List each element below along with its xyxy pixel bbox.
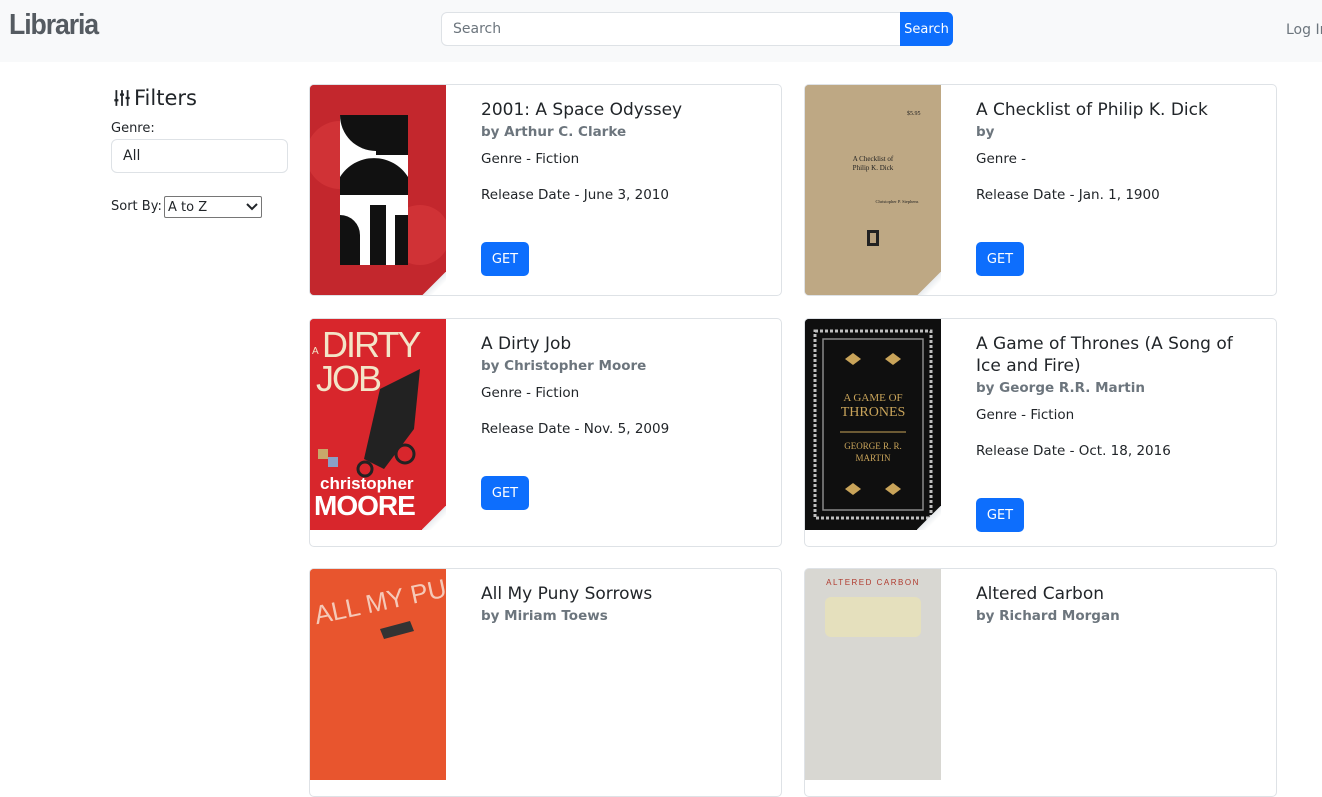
svg-text:MARTIN: MARTIN [856, 453, 891, 463]
book-cover[interactable]: A DIRTY JOB christopher MOORE [310, 319, 446, 530]
book-genre: Genre - Fiction [481, 385, 580, 401]
cover-art-2001 [310, 85, 446, 295]
book-cover[interactable]: A GAME OF THRONES GEORGE R. R. MARTIN [805, 319, 941, 530]
book-author: by Arthur C. Clarke [481, 124, 627, 140]
book-genre: Genre - Fiction [481, 151, 580, 167]
sliders-icon [114, 90, 130, 106]
get-button[interactable]: GET [976, 242, 1024, 276]
book-info: A Checklist of Philip K. Dick by Genre -… [976, 99, 1262, 204]
svg-text:A: A [312, 346, 319, 357]
book-title[interactable]: All My Puny Sorrows [481, 583, 767, 605]
svg-text:GEORGE R. R.: GEORGE R. R. [844, 441, 902, 451]
page-curl [422, 272, 446, 295]
book-title[interactable]: Altered Carbon [976, 583, 1262, 605]
book-card: A DIRTY JOB christopher MOORE A Dirty Jo… [309, 318, 782, 547]
svg-text:Philip K. Dick: Philip K. Dick [853, 164, 894, 172]
genre-label: Genre: [111, 121, 155, 136]
page-curl [917, 272, 941, 295]
genre-select[interactable]: All [111, 139, 288, 173]
cover-art-altered-carbon: ALTERED CARBON [805, 569, 941, 780]
book-title[interactable]: A Checklist of Philip K. Dick [976, 99, 1262, 121]
cover-art-checklist: $5.95 A Checklist of Philip K. Dick Chri… [805, 85, 941, 295]
book-info: A Game of Thrones (A Song of Ice and Fir… [976, 333, 1262, 460]
book-genre: Genre - [976, 151, 1027, 167]
book-title[interactable]: 2001: A Space Odyssey [481, 99, 767, 121]
book-release-date: Release Date - Oct. 18, 2016 [976, 443, 1171, 459]
navbar: Libraria Search Log In [0, 0, 1322, 62]
cover-author: Christopher P. Stephens [876, 199, 919, 204]
book-cover[interactable]: ALL MY PUNY [310, 569, 446, 780]
book-card: ALL MY PUNY All My Puny Sorrows by Miria… [309, 568, 782, 797]
brand-logo[interactable]: Libraria [9, 9, 99, 42]
book-card: 2001: A Space Odyssey by Arthur C. Clark… [309, 84, 782, 296]
get-button[interactable]: GET [481, 242, 529, 276]
svg-text:A Checklist of: A Checklist of [853, 155, 894, 163]
cover-art-dirty-job: A DIRTY JOB christopher MOORE [310, 319, 446, 530]
get-button[interactable]: GET [976, 498, 1024, 532]
book-card: $5.95 A Checklist of Philip K. Dick Chri… [804, 84, 1277, 296]
book-author: by [976, 124, 995, 140]
book-info: A Dirty Job by Christopher Moore Genre -… [481, 333, 767, 438]
book-card: ALTERED CARBON Altered Carbon by Richard… [804, 568, 1277, 797]
book-info: All My Puny Sorrows by Miriam Toews [481, 583, 767, 625]
cover-art-game-of-thrones: A GAME OF THRONES GEORGE R. R. MARTIN [805, 319, 941, 530]
book-release-date: Release Date - June 3, 2010 [481, 187, 669, 203]
cover-art-puny-sorrows: ALL MY PUNY [310, 569, 446, 780]
book-release-date: Release Date - Nov. 5, 2009 [481, 421, 670, 437]
book-author: by Miriam Toews [481, 608, 608, 624]
page-curl [422, 506, 446, 530]
chevron-down-icon [246, 203, 258, 211]
svg-text:MOORE: MOORE [314, 490, 415, 521]
sort-select[interactable]: A to Z [164, 196, 262, 218]
filters-title: Filters [134, 86, 197, 110]
book-author: by George R.R. Martin [976, 380, 1145, 396]
sort-value: A to Z [168, 199, 208, 215]
search-button[interactable]: Search [900, 12, 953, 46]
get-button[interactable]: GET [481, 476, 529, 510]
book-info: 2001: A Space Odyssey by Arthur C. Clark… [481, 99, 767, 204]
sort-label: Sort By: [111, 199, 162, 214]
book-author: by Richard Morgan [976, 608, 1120, 624]
book-title[interactable]: A Dirty Job [481, 333, 767, 355]
cover-price: $5.95 [907, 110, 921, 117]
search-form: Search [441, 12, 953, 47]
book-title[interactable]: A Game of Thrones (A Song of Ice and Fir… [976, 333, 1262, 377]
book-author: by Christopher Moore [481, 358, 647, 374]
page-curl [917, 506, 941, 530]
book-cover[interactable]: $5.95 A Checklist of Philip K. Dick Chri… [805, 85, 941, 295]
search-input[interactable] [441, 12, 901, 46]
svg-text:JOB: JOB [316, 358, 381, 399]
svg-text:THRONES: THRONES [841, 405, 906, 420]
book-release-date: Release Date - Jan. 1, 1900 [976, 187, 1160, 203]
book-cover[interactable] [310, 85, 446, 295]
book-cover[interactable]: ALTERED CARBON [805, 569, 941, 780]
book-genre: Genre - Fiction [976, 407, 1075, 423]
svg-text:ALTERED CARBON: ALTERED CARBON [826, 578, 920, 587]
book-info: Altered Carbon by Richard Morgan [976, 583, 1262, 625]
svg-text:A GAME OF: A GAME OF [843, 392, 902, 404]
book-card: A GAME OF THRONES GEORGE R. R. MARTIN A … [804, 318, 1277, 547]
login-link[interactable]: Log In [1286, 22, 1322, 38]
filters-heading: Filters [113, 86, 197, 110]
